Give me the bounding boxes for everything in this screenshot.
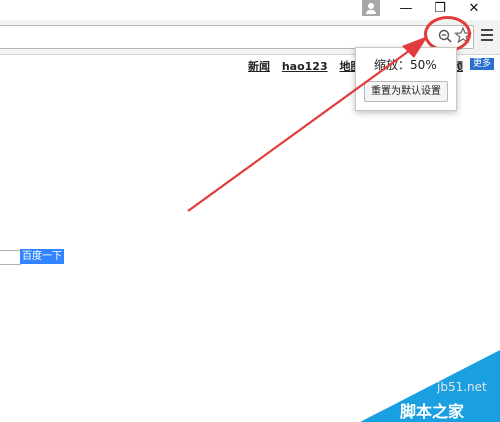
search-button[interactable]: 百度一下 bbox=[20, 249, 64, 264]
watermark-brand-text: 脚本之家 bbox=[400, 402, 465, 421]
zoom-popup: 缩放：50% 重置为默认设置 bbox=[355, 47, 457, 111]
person-icon bbox=[368, 3, 374, 9]
zoom-level-text: 缩放：50% bbox=[374, 58, 437, 72]
minimize-button[interactable]: — bbox=[392, 0, 420, 18]
watermark-site-text: jb51.net bbox=[437, 380, 487, 394]
more-button[interactable]: 更多 bbox=[470, 58, 495, 70]
reset-zoom-button[interactable]: 重置为默认设置 bbox=[364, 81, 448, 102]
close-button[interactable]: ✕ bbox=[460, 0, 488, 18]
search-input[interactable] bbox=[0, 250, 21, 265]
address-bar[interactable] bbox=[0, 25, 474, 49]
title-bar: — ❐ ✕ bbox=[0, 0, 500, 20]
profile-avatar-button[interactable] bbox=[362, 0, 380, 16]
nav-link-hao123[interactable]: hao123 bbox=[282, 60, 328, 73]
nav-link-news[interactable]: 新闻 bbox=[248, 60, 270, 73]
menu-icon[interactable] bbox=[481, 29, 493, 41]
person-icon-body bbox=[366, 10, 376, 14]
